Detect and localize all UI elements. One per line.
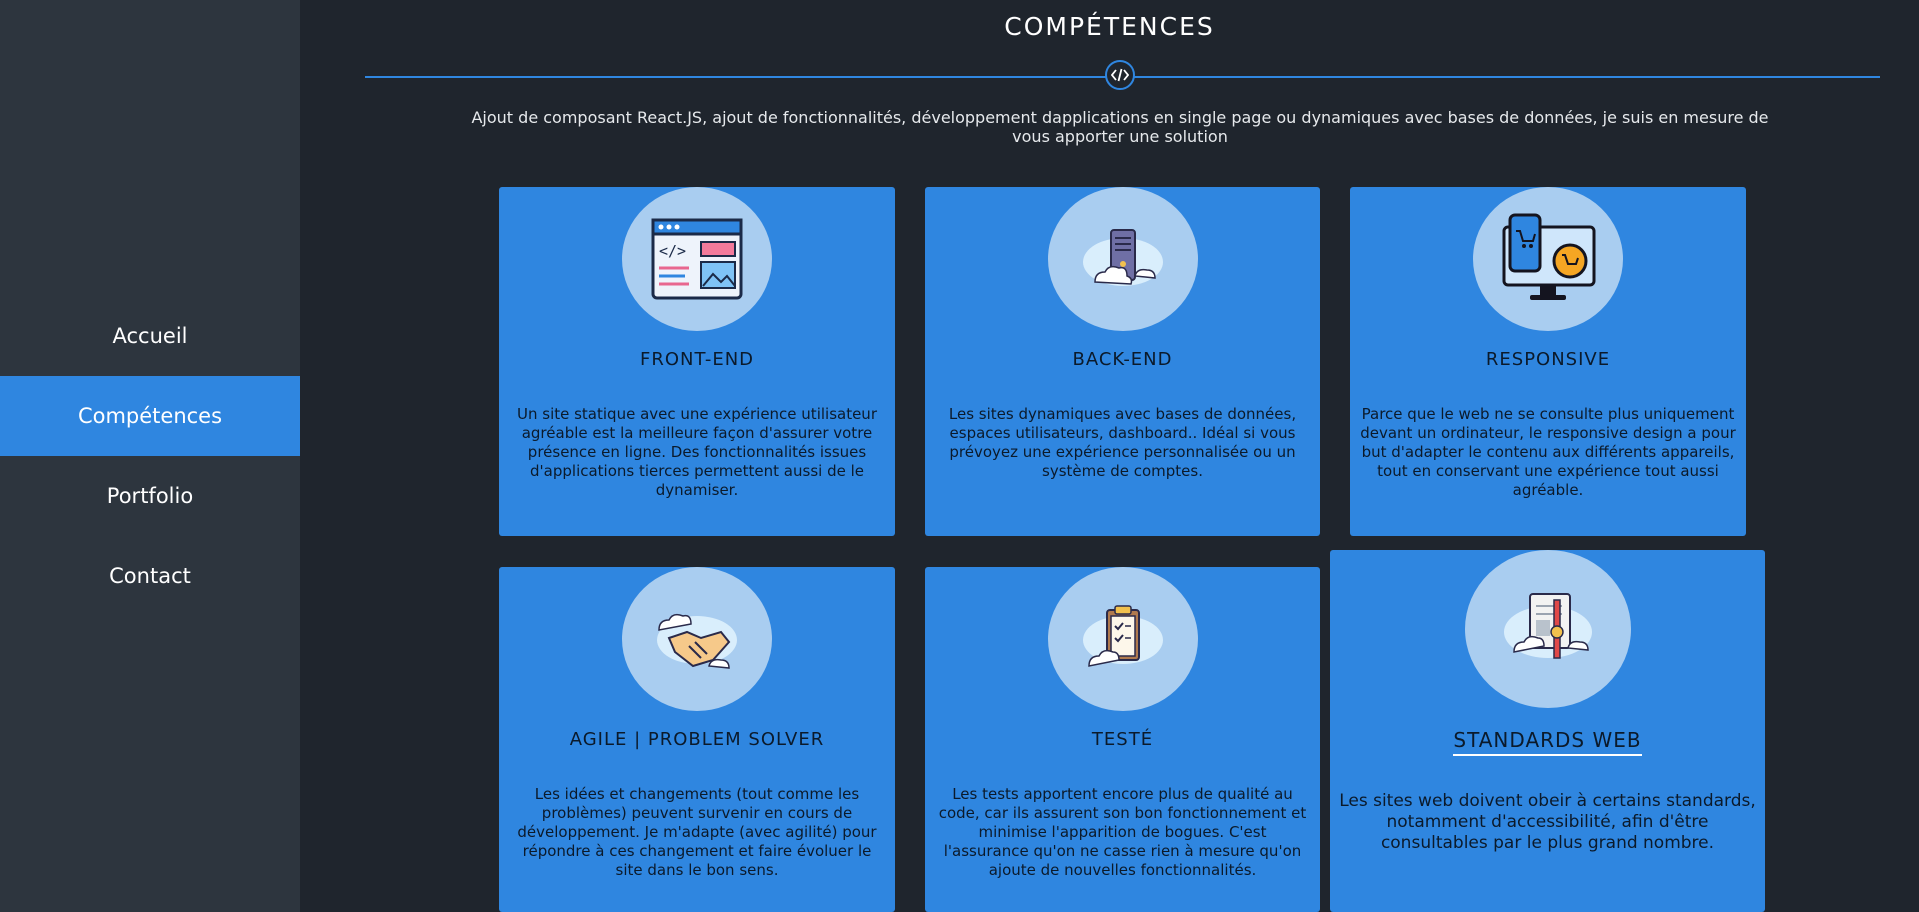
code-icon bbox=[1105, 60, 1135, 90]
skill-card-responsive: RESPONSIVE Parce que le web ne se consul… bbox=[1350, 187, 1746, 536]
card-text: Les idées et changements (tout comme les… bbox=[517, 785, 877, 879]
card-text: Les sites web doivent obeir à certains s… bbox=[1339, 791, 1756, 853]
nav-item-accueil[interactable]: Accueil bbox=[0, 296, 300, 376]
skill-card-front-end: </> FRONT-END Un site statique avec une … bbox=[499, 187, 895, 536]
nav-item-contact[interactable]: Contact bbox=[0, 536, 300, 616]
skill-card-standards-web: STANDARDS WEB Les sites web doivent obei… bbox=[1330, 550, 1765, 912]
sidebar: Accueil Compétences Portfolio Contact bbox=[0, 0, 300, 912]
svg-text:</>: </> bbox=[659, 242, 686, 260]
web-code-icon: </> bbox=[622, 187, 772, 331]
card-title: AGILE | PROBLEM SOLVER bbox=[569, 729, 825, 750]
nav-item-competences[interactable]: Compétences bbox=[0, 376, 300, 456]
skill-card-agile: AGILE | PROBLEM SOLVER Les idées et chan… bbox=[499, 567, 895, 912]
card-title: TESTÉ bbox=[1091, 729, 1154, 750]
card-title: BACK-END bbox=[1072, 349, 1173, 370]
card-text: Les sites dynamiques avec bases de donné… bbox=[948, 405, 1297, 480]
skill-card-teste: TESTÉ Les tests apportent encore plus de… bbox=[925, 567, 1320, 912]
card-text: Parce que le web ne se consulte plus uni… bbox=[1360, 405, 1736, 499]
card-text: Un site statique avec une expérience uti… bbox=[517, 405, 877, 499]
card-title: RESPONSIVE bbox=[1485, 349, 1611, 370]
card-title-text: STANDARDS WEB bbox=[1453, 728, 1642, 756]
card-title: STANDARDS WEB bbox=[1330, 728, 1765, 756]
nav-item-portfolio[interactable]: Portfolio bbox=[0, 456, 300, 536]
intro-text: Ajout de composant React.JS, ajout de fo… bbox=[471, 108, 1769, 146]
page-title: COMPÉTENCES bbox=[1004, 12, 1215, 41]
handshake-icon bbox=[622, 567, 772, 711]
card-text: Les tests apportent encore plus de quali… bbox=[938, 785, 1307, 879]
skill-card-back-end: BACK-END Les sites dynamiques avec bases… bbox=[925, 187, 1320, 536]
responsive-devices-icon bbox=[1473, 187, 1623, 331]
main-content: COMPÉTENCES Ajout de composant React.JS,… bbox=[300, 0, 1919, 912]
certificate-icon bbox=[1464, 550, 1631, 708]
card-title: FRONT-END bbox=[639, 349, 755, 370]
cloud-server-icon bbox=[1047, 187, 1198, 331]
clipboard-check-icon bbox=[1047, 567, 1198, 711]
